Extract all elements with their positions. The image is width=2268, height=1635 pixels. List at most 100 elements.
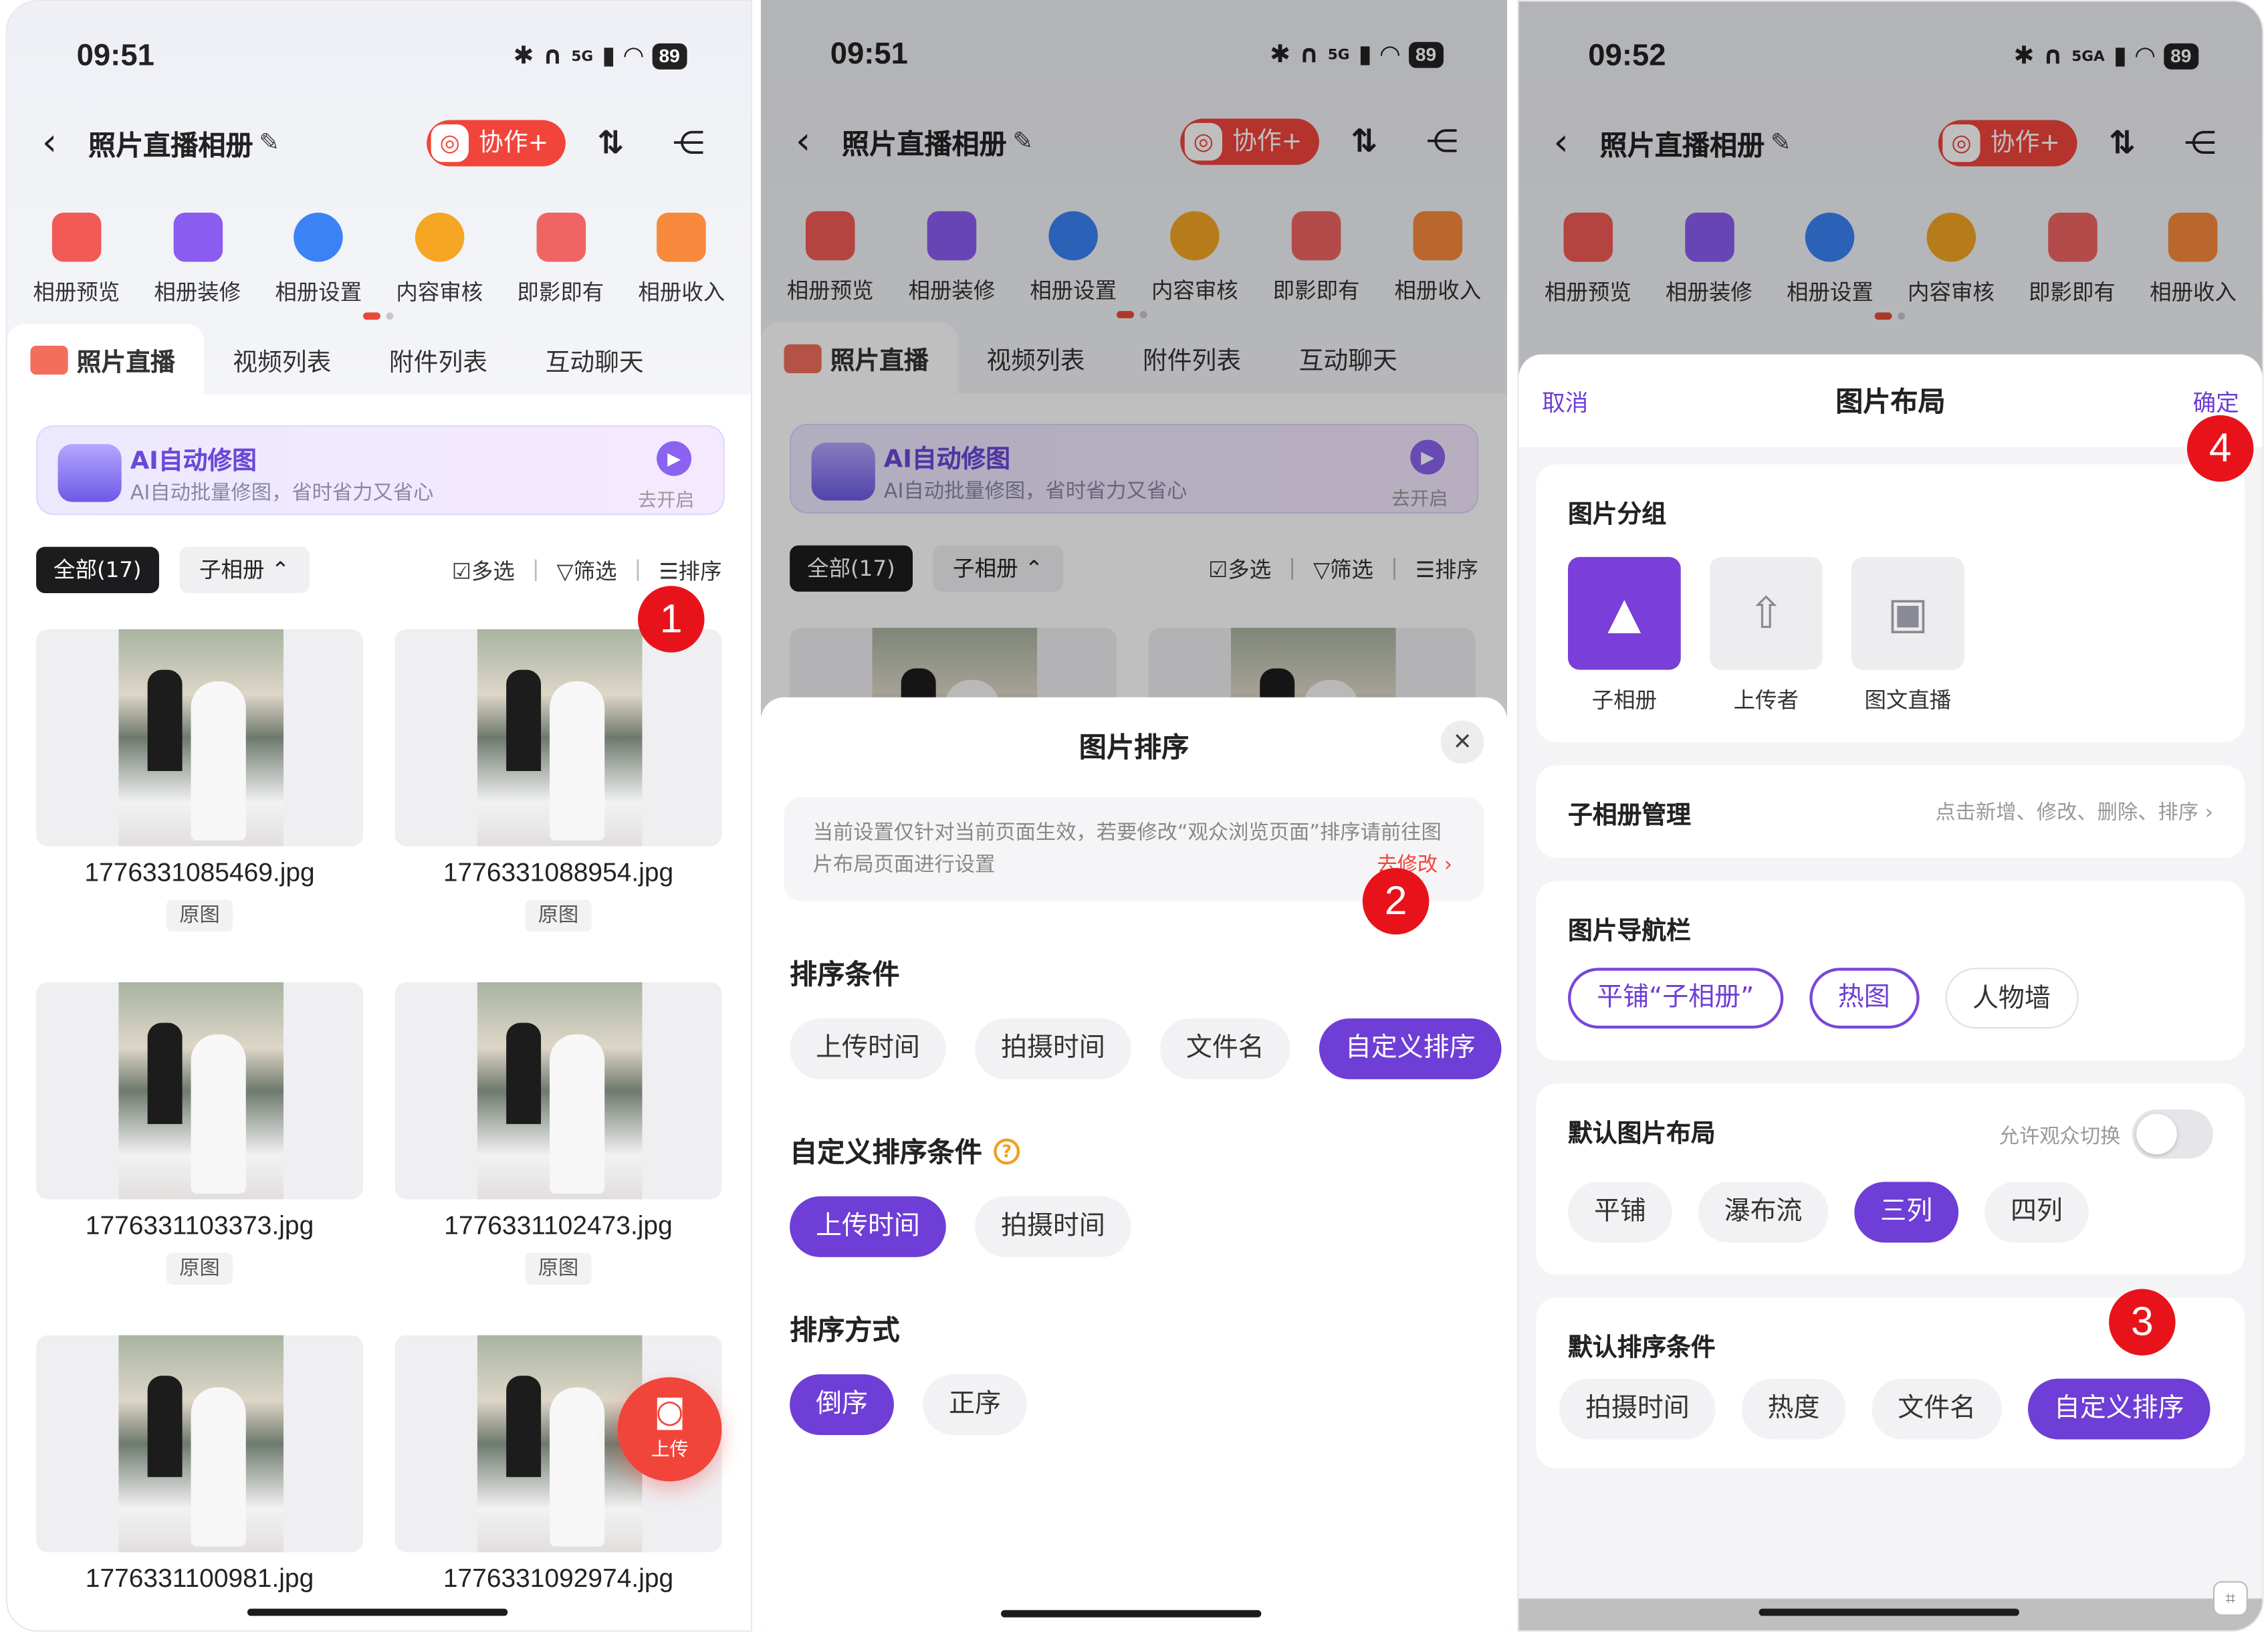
default-sort-shoot-time[interactable]: 拍摄时间 <box>1559 1378 1716 1440</box>
upload-label: 上传 <box>651 1439 689 1461</box>
photo-filename: 1776331088954.jpg <box>443 857 674 887</box>
tab-chat[interactable]: 互动聊天 <box>516 342 673 395</box>
sort-option-custom[interactable]: 自定义排序 <box>1319 1018 1502 1079</box>
sort-option-shoot-time[interactable]: 拍摄时间 <box>975 1018 1131 1079</box>
income-icon <box>657 213 707 262</box>
layout-option-waterfall[interactable]: 瀑布流 <box>1698 1182 1829 1243</box>
default-sort-options: 拍摄时间 热度 文件名 自定义排序 <box>1559 1378 2210 1440</box>
layout-option-three-col[interactable]: 三列 <box>1854 1182 1959 1243</box>
group-option-sub-album[interactable]: ▲ 子相册 <box>1568 556 1681 715</box>
nav-option-hot[interactable]: 热图 <box>1809 968 1919 1029</box>
chevron-up-icon: ⌃ <box>271 556 290 583</box>
nav-option-tile-sub-album[interactable]: 平铺“子相册” <box>1568 968 1783 1029</box>
multi-label: 多选 <box>471 557 515 584</box>
photo-filename: 1776331085469.jpg <box>84 857 315 887</box>
sort-option-filename[interactable]: 文件名 <box>1159 1018 1290 1079</box>
photo-card[interactable]: 1776331088954.jpg 原图 <box>394 629 722 982</box>
play-icon[interactable]: ▶ <box>657 441 692 476</box>
sub-album-mgmt-card[interactable]: 子相册管理 点击新增、修改、删除、排序 › <box>1536 765 2245 858</box>
sub-album-mgmt-link[interactable]: 点击新增、修改、删除、排序 › <box>1935 797 2213 826</box>
sort-button[interactable]: ☰排序 <box>659 555 721 585</box>
nav-option-people-wall[interactable]: 人物墙 <box>1944 968 2078 1029</box>
order-option-desc[interactable]: 倒序 <box>790 1374 894 1435</box>
confirm-button[interactable]: 确定 <box>2193 383 2239 418</box>
sort-option-upload-time[interactable]: 上传时间 <box>790 1018 946 1079</box>
edit-icon[interactable]: ✎ <box>259 129 279 158</box>
sort-label: 排序 <box>678 557 722 584</box>
sort-order-title: 排序方式 <box>790 1315 900 1347</box>
scan-icon[interactable]: ⌗ <box>2213 1581 2248 1616</box>
marker-3: 3 <box>2109 1289 2176 1356</box>
wifi-icon: ◠ <box>624 41 643 72</box>
marker-2: 2 <box>1362 867 1430 935</box>
default-sort-custom[interactable]: 自定义排序 <box>2027 1378 2210 1440</box>
tab-attachment-list[interactable]: 附件列表 <box>360 342 517 395</box>
help-icon[interactable]: ? <box>994 1137 1020 1164</box>
sort-notice-text: 当前设置仅针对当前页面生效，若要修改“观众浏览页面”排序请前往图片布局页面进行设… <box>812 821 1442 877</box>
default-sort-filename[interactable]: 文件名 <box>1872 1378 2003 1440</box>
printer-icon <box>536 213 586 262</box>
group-option-uploader[interactable]: ⇧ 上传者 <box>1710 556 1823 715</box>
order-option-asc[interactable]: 正序 <box>923 1374 1027 1435</box>
close-icon[interactable]: ✕ <box>1440 720 1484 764</box>
default-sort-hot[interactable]: 热度 <box>1741 1378 1846 1440</box>
tab-photo-live[interactable]: 照片直播 <box>7 324 205 395</box>
ai-robot-icon <box>58 444 122 502</box>
photo-card[interactable]: 1776331102473.jpg 原图 <box>394 982 722 1335</box>
photo-thumbnail[interactable] <box>394 982 722 1200</box>
ai-banner-title: AI自动修图 <box>130 447 257 476</box>
page-indicator <box>362 312 394 320</box>
original-tag: 原图 <box>525 1252 592 1285</box>
tab-video-list[interactable]: 视频列表 <box>204 342 360 395</box>
custom-option-upload-time[interactable]: 上传时间 <box>790 1196 946 1257</box>
checkbox-icon: ☑ <box>451 557 471 584</box>
photo-thumbnail[interactable] <box>36 982 363 1200</box>
photo-thumbnail[interactable] <box>394 629 722 847</box>
upload-fab[interactable]: ◙ 上传 <box>617 1377 722 1482</box>
status-time: 09:51 <box>76 39 154 73</box>
back-arrow-icon[interactable]: ‹ <box>42 122 88 165</box>
filter-button[interactable]: ▽筛选 <box>557 555 617 585</box>
share-icon[interactable]: ⋲ <box>673 125 705 161</box>
toolbar-label: 即影即有 <box>517 279 604 306</box>
toolbar-item-instant[interactable]: 即影即有 <box>500 213 621 307</box>
filter-row: 全部(17) 子相册 ⌃ ☑多选 | ▽筛选 | ☰排序 <box>36 546 721 595</box>
toolbar-item-decorate[interactable]: 相册装修 <box>137 213 258 307</box>
tab-bar: 照片直播 视频列表 附件列表 互动聊天 <box>7 324 751 395</box>
photo-thumbnail[interactable] <box>36 629 363 847</box>
group-option-live-text[interactable]: ▣ 图文直播 <box>1851 556 1964 715</box>
toolbar-item-preview[interactable]: 相册预览 <box>16 213 137 307</box>
sort-arrows-icon[interactable]: ⇅ <box>597 125 624 161</box>
group-options: ▲ 子相册 ⇧ 上传者 ▣ 图文直播 <box>1568 556 1964 715</box>
custom-condition-group: 上传时间 拍摄时间 <box>790 1196 1507 1257</box>
sub-album-dropdown[interactable]: 子相册 ⌃ <box>179 546 310 593</box>
photo-card[interactable]: 1776331085469.jpg 原图 <box>36 629 363 982</box>
photo-card[interactable]: 1776331100981.jpg <box>36 1335 363 1630</box>
toolbar-label: 相册设置 <box>275 279 362 306</box>
allow-switch-toggle[interactable] <box>2132 1109 2213 1159</box>
signal-label: 5G <box>571 48 594 65</box>
ai-retouch-banner[interactable]: AI自动修图 AI自动批量修图，省时省力又省心 ▶ 去开启 <box>36 425 725 516</box>
ai-banner-action[interactable]: 去开启 <box>638 485 694 512</box>
collab-button[interactable]: ◎ 协作+ <box>427 120 566 167</box>
collab-label: 协作+ <box>479 128 549 158</box>
list-tools: ☑多选 | ▽筛选 | ☰排序 <box>452 555 722 585</box>
toolbar-item-income[interactable]: 相册收入 <box>621 213 742 307</box>
sort-condition-group: 上传时间 拍摄时间 文件名 自定义排序 <box>790 1018 1507 1079</box>
filter-all-chip[interactable]: 全部(17) <box>36 546 159 593</box>
layout-option-tile[interactable]: 平铺 <box>1568 1182 1672 1243</box>
photo-filename: 1776331103373.jpg <box>85 1210 314 1240</box>
toolbar-item-settings[interactable]: 相册设置 <box>258 213 379 307</box>
multi-select-button[interactable]: ☑多选 <box>452 555 515 585</box>
original-tag: 原图 <box>166 899 233 932</box>
funnel-icon: ▽ <box>556 557 574 584</box>
photo-grid: 1776331085469.jpg 原图 1776331088954.jpg 原图 … <box>36 629 722 1630</box>
custom-option-shoot-time[interactable]: 拍摄时间 <box>975 1196 1131 1257</box>
custom-sort-label: 自定义排序条件 <box>790 1137 982 1169</box>
sort-lines-icon: ☰ <box>659 557 679 584</box>
photo-card[interactable]: 1776331103373.jpg 原图 <box>36 982 363 1335</box>
photo-thumbnail[interactable] <box>36 1335 363 1553</box>
layout-option-four-col[interactable]: 四列 <box>1984 1182 2089 1243</box>
decorate-icon <box>173 213 223 262</box>
toolbar-item-review[interactable]: 内容审核 <box>379 213 500 307</box>
